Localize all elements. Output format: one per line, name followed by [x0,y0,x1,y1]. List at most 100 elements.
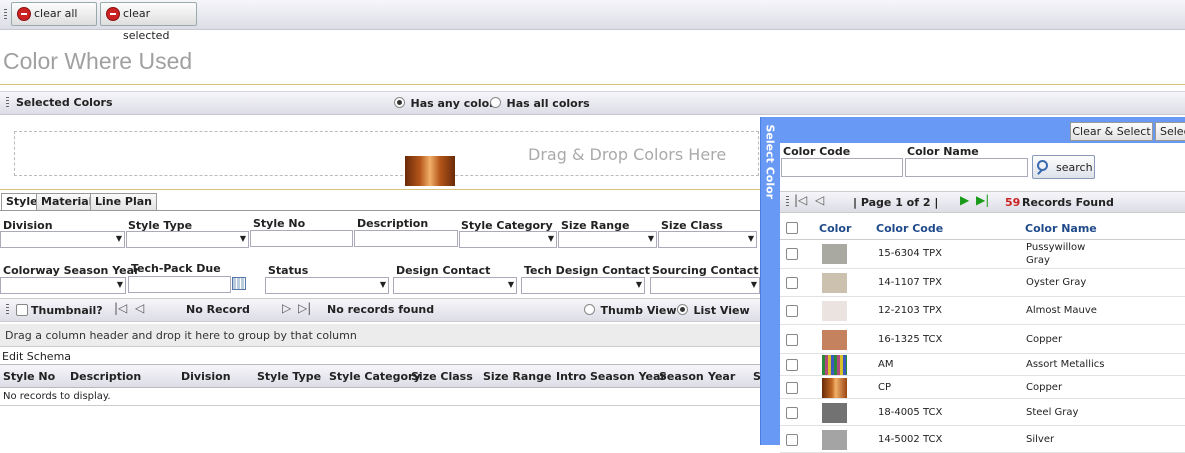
color-swatch [822,355,847,375]
techpack-due-input[interactable] [128,276,231,293]
sourcing-contact-label: Sourcing Contact [652,264,759,277]
next-page-icon[interactable]: ▶ [960,193,969,207]
col-style-category[interactable]: Style Category [329,366,421,388]
row-checkbox[interactable] [786,248,798,260]
sourcing-contact-select[interactable] [650,277,760,294]
row-checkbox[interactable] [786,305,798,317]
no-record-label: No Record [186,303,250,316]
color-row[interactable]: 18-4005 TCX Steel Gray [780,399,1185,426]
col-description[interactable]: Description [70,366,141,388]
color-row[interactable]: 15-6304 TPX Pussywillow Gray [780,239,1185,269]
page-info: | Page 1 of 2 | [853,196,939,209]
color-row[interactable]: AM Assort Metallics [780,354,1185,376]
col-size-class[interactable]: Size Class [411,366,473,388]
edit-schema-link[interactable]: Edit Schema [2,350,71,363]
radio-thumb-view[interactable]: Thumb View [584,304,677,317]
top-toolbar: clear all clear selected [0,0,1185,42]
no-records-found-label: No records found [327,303,435,316]
color-swatch [822,273,847,293]
results-toolbar: Thumbnail? |◁ ◁ No Record ▷ ▷| No record… [0,298,760,322]
radio-button[interactable] [677,304,688,315]
search-button[interactable]: search [1032,155,1095,179]
selected-color-swatch[interactable] [405,156,455,186]
color-row[interactable]: 12-2103 TPX Almost Mauve [780,297,1185,325]
design-contact-select[interactable] [393,277,517,294]
col-division[interactable]: Division [181,366,231,388]
color-row[interactable]: 14-5002 TCX Silver [780,426,1185,453]
clear-all-button[interactable]: clear all [11,2,97,26]
select-color-side-tab[interactable]: Select Color [761,117,780,445]
col-year[interactable]: Year [708,366,735,388]
color-name-cell: Almost Mauve [1026,305,1097,316]
col-color[interactable]: Color [819,222,851,235]
col-size-range[interactable]: Size Range [483,366,551,388]
style-type-select[interactable] [126,231,249,248]
prev-page-icon[interactable]: ◁ [815,193,824,207]
description-label: Description [357,217,429,230]
tech-design-contact-select[interactable] [521,277,645,294]
color-name-label: Color Name [907,145,979,158]
size-class-select[interactable] [658,231,757,248]
description-input[interactable] [354,230,458,247]
row-checkbox[interactable] [786,407,798,419]
col-season[interactable]: Season [659,366,704,388]
radio-button[interactable] [584,304,595,315]
row-checkbox[interactable] [786,277,798,289]
color-swatch [822,403,847,423]
colorway-season-year-select[interactable] [0,277,126,294]
prev-page-icon[interactable]: ◁ [135,301,144,315]
radio-button[interactable] [490,97,501,108]
color-grid-header: Color Color Code Color Name [780,216,1185,240]
color-row[interactable]: 14-1107 TPX Oyster Gray [780,269,1185,297]
last-page-icon[interactable]: ▶| [976,193,989,207]
col-intro-season-year[interactable]: Intro Season Year [556,366,666,388]
select-all-checkbox[interactable] [786,222,798,234]
color-code-cell: 12-2103 TPX [878,305,942,316]
thumb-view-label: Thumb View [600,304,677,317]
radio-has-any[interactable]: Has any color [394,97,495,110]
division-select[interactable] [0,231,125,248]
last-page-icon[interactable]: ▷| [298,301,311,315]
row-checkbox[interactable] [786,382,798,394]
status-label: Status [268,264,309,277]
radio-has-all[interactable]: Has all colors [490,97,590,110]
color-row[interactable]: CP Copper [780,376,1185,399]
col-style-type[interactable]: Style Type [257,366,321,388]
pager-grip[interactable] [786,196,789,208]
results-grip[interactable] [6,304,9,316]
select-button[interactable]: Selec [1155,122,1185,141]
tab-material[interactable]: Material [36,193,98,210]
color-code-cell: AM [878,359,894,370]
col-color-code[interactable]: Color Code [876,222,943,235]
col-color-name[interactable]: Color Name [1025,222,1097,235]
color-name-input[interactable] [905,158,1028,177]
thumbnail-checkbox[interactable] [16,304,28,316]
color-row[interactable]: 16-1325 TCX Copper [780,325,1185,354]
color-code-cell: 14-1107 TPX [878,277,942,288]
selected-colors-grip[interactable] [6,97,9,109]
color-name-cell: Copper [1026,382,1063,393]
next-page-icon[interactable]: ▷ [282,301,291,315]
color-code-input[interactable] [781,158,903,177]
calendar-icon[interactable] [232,277,246,290]
status-select[interactable] [265,277,389,294]
first-page-icon[interactable]: |◁ [114,301,127,315]
group-by-panel[interactable]: Drag a column header and drop it here to… [0,324,760,347]
toolbar-grip[interactable] [4,9,7,21]
radio-button[interactable] [394,97,405,108]
stop-icon [106,7,120,21]
style-category-select[interactable] [459,231,557,248]
row-checkbox[interactable] [786,359,798,371]
first-page-icon[interactable]: |◁ [794,193,807,207]
style-no-input[interactable] [250,230,353,247]
clear-and-select-button[interactable]: Clear & Select [1070,122,1153,141]
radio-list-view[interactable]: List View [677,304,750,317]
color-drop-zone[interactable]: Drag & Drop Colors Here [14,131,759,176]
row-checkbox[interactable] [786,434,798,446]
row-checkbox[interactable] [786,334,798,346]
grid-empty-text: No records to display. [3,391,111,402]
col-style-no[interactable]: Style No [3,366,55,388]
tab-line-plan[interactable]: Line Plan [90,193,157,210]
clear-selected-button[interactable]: clear selected [100,2,197,42]
size-range-select[interactable] [558,231,657,248]
